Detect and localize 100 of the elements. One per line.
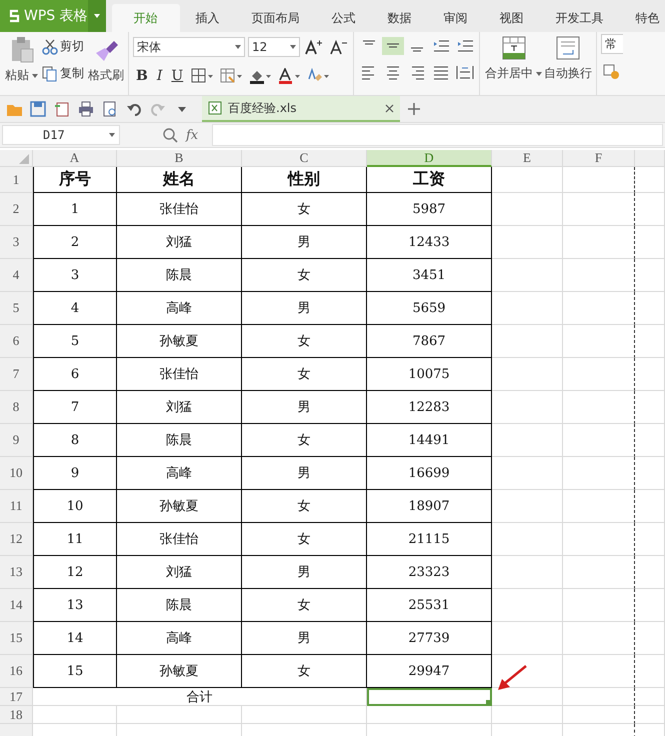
empty-cell[interactable] [563, 193, 635, 226]
column-header[interactable] [635, 150, 665, 167]
table-cell: 男 [242, 556, 367, 589]
empty-cell[interactable] [563, 556, 635, 589]
menu-tab[interactable]: 开始 [112, 4, 180, 32]
menu-tab[interactable]: 开发工具 [540, 4, 620, 32]
table-cell: 12283 [367, 391, 492, 424]
row-header[interactable]: 12 [0, 523, 33, 556]
paste-button[interactable]: 粘贴 [4, 35, 39, 84]
table-cell: 8 [33, 424, 117, 457]
menu-tab[interactable]: 视图 [484, 4, 540, 32]
column-header[interactable]: A [33, 150, 117, 167]
column-header[interactable]: B [117, 150, 242, 167]
italic-button[interactable]: I [154, 68, 166, 84]
row-header[interactable]: 15 [0, 622, 33, 655]
row-header[interactable]: 6 [0, 325, 33, 358]
table-cell: 孙敏夏 [117, 490, 242, 523]
menu-tab[interactable]: 审阅 [428, 4, 484, 32]
number-format-dropdown[interactable]: 常 [601, 34, 623, 54]
row-header[interactable]: 8 [0, 391, 33, 424]
increase-font-icon[interactable] [303, 38, 325, 56]
wrap-text-button[interactable]: 自动换行 [543, 35, 593, 82]
empty-cell[interactable] [563, 589, 635, 622]
align-middle-icon[interactable] [382, 37, 404, 55]
insert-function-button[interactable]: fx [186, 128, 198, 142]
select-all-button[interactable] [0, 150, 33, 167]
logo-icon [8, 9, 20, 23]
row-header[interactable]: 10 [0, 457, 33, 490]
caret-icon[interactable] [32, 74, 38, 78]
font-color-icon[interactable] [276, 67, 302, 85]
borders-icon[interactable] [189, 67, 216, 85]
table-cell: 5987 [367, 193, 492, 226]
empty-cell[interactable] [563, 325, 635, 358]
row-header[interactable]: 17 [0, 688, 33, 706]
name-box[interactable]: D17 [2, 125, 120, 145]
row-header[interactable]: 14 [0, 589, 33, 622]
print-icon[interactable] [76, 100, 96, 118]
caret-icon[interactable] [536, 72, 542, 76]
menu-tab[interactable]: 公式 [316, 4, 372, 32]
caret-icon[interactable] [109, 133, 115, 137]
menu-tab[interactable]: 页面布局 [236, 4, 316, 32]
row-header[interactable]: 11 [0, 490, 33, 523]
copy-button[interactable]: 复制 [39, 64, 87, 83]
menu-tab[interactable]: 数据 [372, 4, 428, 32]
row-header[interactable]: 7 [0, 358, 33, 391]
empty-cell[interactable] [563, 292, 635, 325]
underline-button[interactable]: U [168, 68, 186, 84]
format-painter-button[interactable]: 格式刷 [87, 35, 125, 84]
font-name-dropdown[interactable]: 宋体 [133, 37, 245, 57]
column-header[interactable]: D [367, 150, 492, 167]
zoom-icon[interactable] [162, 127, 178, 143]
cell-style-icon[interactable] [218, 67, 244, 85]
empty-cell[interactable] [563, 523, 635, 556]
row-header[interactable]: 2 [0, 193, 33, 226]
menu-tab[interactable]: 插入 [180, 4, 236, 32]
column-header[interactable]: E [492, 150, 563, 167]
table-cell: 男 [242, 622, 367, 655]
merge-center-button[interactable]: 合并居中 [484, 35, 543, 82]
empty-cell[interactable] [563, 226, 635, 259]
header-cell: 性别 [242, 167, 367, 193]
empty-cell[interactable] [563, 358, 635, 391]
wrap-text-icon [555, 35, 581, 61]
distribute-icon[interactable] [454, 63, 476, 81]
row-header[interactable]: 1 [0, 167, 33, 193]
column-header[interactable]: F [563, 150, 635, 167]
empty-cell[interactable] [563, 706, 635, 724]
row-header[interactable]: 5 [0, 292, 33, 325]
row-header[interactable]: 13 [0, 556, 33, 589]
table-cell: 27739 [367, 622, 492, 655]
close-icon[interactable] [385, 104, 394, 112]
empty-cell[interactable] [563, 622, 635, 655]
row-header[interactable]: 18 [0, 706, 33, 724]
document-tab[interactable]: 百度经验.xls [202, 96, 400, 122]
empty-cell[interactable] [563, 490, 635, 523]
empty-cell[interactable] [563, 391, 635, 424]
cut-button[interactable]: 剪切 [39, 37, 87, 56]
table-cell: 女 [242, 193, 367, 226]
triangle-icon[interactable] [19, 154, 29, 164]
caret-icon[interactable] [290, 45, 296, 49]
formula-input[interactable] [212, 124, 663, 146]
caret-icon[interactable] [235, 45, 241, 49]
empty-cell[interactable] [563, 167, 635, 193]
decrease-font-icon[interactable] [328, 38, 350, 56]
empty-cell[interactable] [563, 655, 635, 688]
font-size-dropdown[interactable]: 12 [248, 37, 300, 57]
empty-cell[interactable] [563, 424, 635, 457]
row-header[interactable]: 16 [0, 655, 33, 688]
empty-cell[interactable] [563, 688, 635, 706]
active-cell[interactable] [367, 688, 492, 706]
save-icon[interactable] [28, 100, 48, 118]
caret-icon[interactable] [94, 14, 100, 18]
table-cell: 高峰 [117, 457, 242, 490]
row-header[interactable]: 4 [0, 259, 33, 292]
row-header[interactable]: 3 [0, 226, 33, 259]
menu-tab[interactable]: 特色 [620, 4, 665, 32]
row-header[interactable]: 9 [0, 424, 33, 457]
bold-button[interactable]: B [133, 68, 151, 84]
column-header[interactable]: C [242, 150, 367, 167]
empty-cell[interactable] [563, 457, 635, 490]
empty-cell[interactable] [563, 259, 635, 292]
